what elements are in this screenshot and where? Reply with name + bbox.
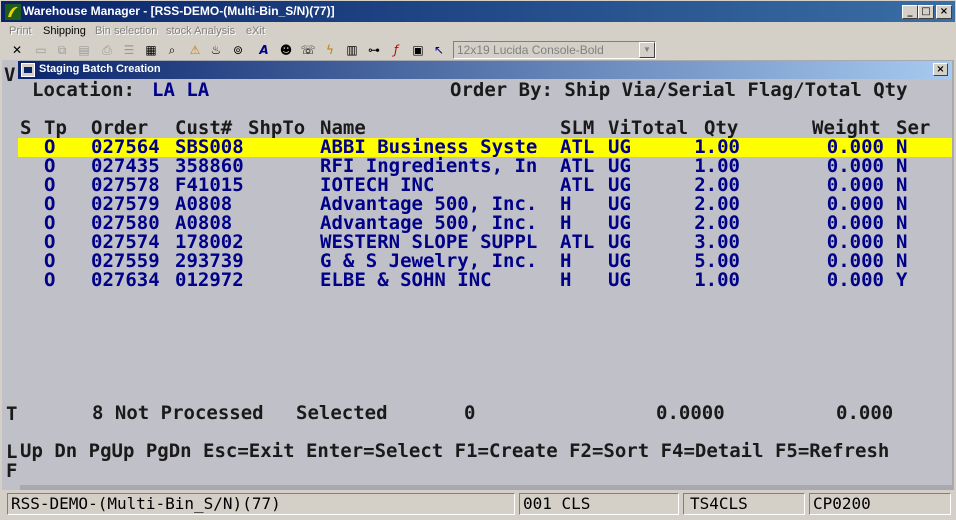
chevron-down-icon[interactable]: ▼ — [639, 42, 655, 58]
cell-via: UG — [608, 269, 631, 291]
close-x-icon[interactable]: ✕ — [9, 42, 25, 58]
menu-shipping[interactable]: Shipping — [43, 25, 86, 37]
cell-name: ELBE & SOHN INC — [320, 269, 492, 291]
chain-icon[interactable]: ⊶ — [366, 42, 382, 58]
print-icon[interactable]: ⎙ — [99, 42, 115, 58]
menu-bar: Print Shipping Bin selection stock Analy… — [0, 22, 956, 40]
child-close-button[interactable]: × — [933, 63, 948, 76]
cell-slm: H — [560, 269, 572, 291]
child-window-title: Staging Batch Creation — [39, 63, 161, 75]
location-value: LA LA — [152, 79, 210, 101]
lightning-icon[interactable]: ϟ — [322, 42, 338, 58]
child-title-bar: Staging Batch Creation × — [18, 61, 952, 79]
blank-page-icon[interactable]: ▭ — [33, 42, 49, 58]
background-window-text: F — [6, 460, 18, 482]
header-shipto: ShpTo — [248, 117, 306, 139]
status-company: RSS-DEMO-(Multi-Bin_S/N)(77) — [7, 493, 515, 515]
order-by-label: Order By: Ship Via/Serial Flag/Total Qty — [450, 79, 908, 101]
status-bar: RSS-DEMO-(Multi-Bin_S/N)(77) 001 CLS TS4… — [0, 490, 956, 520]
status-printer: CP0200 — [809, 493, 951, 515]
book-icon[interactable]: ▣ — [410, 42, 426, 58]
cell-cust: 012972 — [175, 269, 244, 291]
location-label: Location: — [32, 79, 135, 101]
paste-icon[interactable]: ▤ — [76, 42, 92, 58]
app-title-bar: Warehouse Manager - [RSS-DEMO-(Multi-Bin… — [0, 0, 956, 22]
function-icon[interactable]: ƒ — [388, 42, 404, 58]
chart-icon[interactable]: ▥ — [344, 42, 360, 58]
cell-qty: 1.00 — [694, 269, 740, 291]
font-icon[interactable]: A — [256, 42, 272, 58]
window-icon — [21, 63, 35, 77]
window-title: Warehouse Manager - [RSS-DEMO-(Multi-Bin… — [23, 4, 335, 18]
bell-icon[interactable]: ♨ — [208, 42, 224, 58]
app-logo-icon — [5, 4, 21, 20]
menu-stock-analysis[interactable]: stock Analysis — [166, 25, 235, 37]
not-processed-count: 8 Not Processed — [92, 402, 264, 424]
list-icon[interactable]: ☰ — [121, 42, 137, 58]
maximize-button[interactable]: □ — [918, 5, 934, 19]
minimize-button[interactable]: _ — [902, 5, 918, 19]
menu-print[interactable]: Print — [9, 25, 32, 37]
cell-order: 027634 — [91, 269, 160, 291]
close-button[interactable]: × — [936, 5, 952, 19]
selected-count: 0 — [464, 402, 476, 424]
function-key-legend: Up Dn PgUp PgDn Esc=Exit Enter=Select F1… — [20, 440, 890, 462]
background-window-text: T — [6, 403, 18, 425]
status-terminal: TS4CLS — [683, 493, 805, 515]
binoculars-icon[interactable]: ⊚ — [230, 42, 246, 58]
phone-icon[interactable]: ☏ — [300, 42, 316, 58]
background-window-text: V — [4, 64, 16, 86]
person-icon[interactable]: ☻ — [278, 42, 294, 58]
status-branch: 001 CLS — [519, 493, 679, 515]
selected-label: Selected — [296, 402, 388, 424]
header-s: S — [20, 117, 32, 139]
find-icon[interactable]: ⌕ — [164, 42, 180, 58]
cell-tp: O — [44, 269, 56, 291]
notes-icon[interactable]: ▦ — [143, 42, 159, 58]
menu-bin-selection[interactable]: Bin selection — [95, 25, 157, 37]
staging-batch-window: Staging Batch Creation × Location: LA LA… — [18, 61, 952, 485]
font-selector-value: 12x19 Lucida Console-Bold — [457, 43, 604, 57]
total-qty: 0.0000 — [656, 402, 725, 424]
menu-exit[interactable]: eXit — [246, 25, 265, 37]
toolbar: ✕ ▭ ⧉ ▤ ⎙ ☰ ▦ ⌕ ⚠ ♨ ⊚ A ☻ ☏ ϟ ▥ ⊶ ƒ ▣ ↖ … — [0, 40, 956, 60]
font-selector[interactable]: 12x19 Lucida Console-Bold ▼ — [453, 41, 656, 59]
warning-icon[interactable]: ⚠ — [187, 42, 203, 58]
copy-icon[interactable]: ⧉ — [54, 42, 70, 58]
cell-weight: 0.000 — [826, 269, 884, 291]
total-weight: 0.000 — [836, 402, 894, 424]
help-pointer-icon[interactable]: ↖ — [431, 42, 447, 58]
cell-ser: Y — [896, 269, 908, 291]
table-row[interactable]: O 027634 012972 ELBE & SOHN INC H UG 1.00 0.000… — [18, 271, 952, 290]
